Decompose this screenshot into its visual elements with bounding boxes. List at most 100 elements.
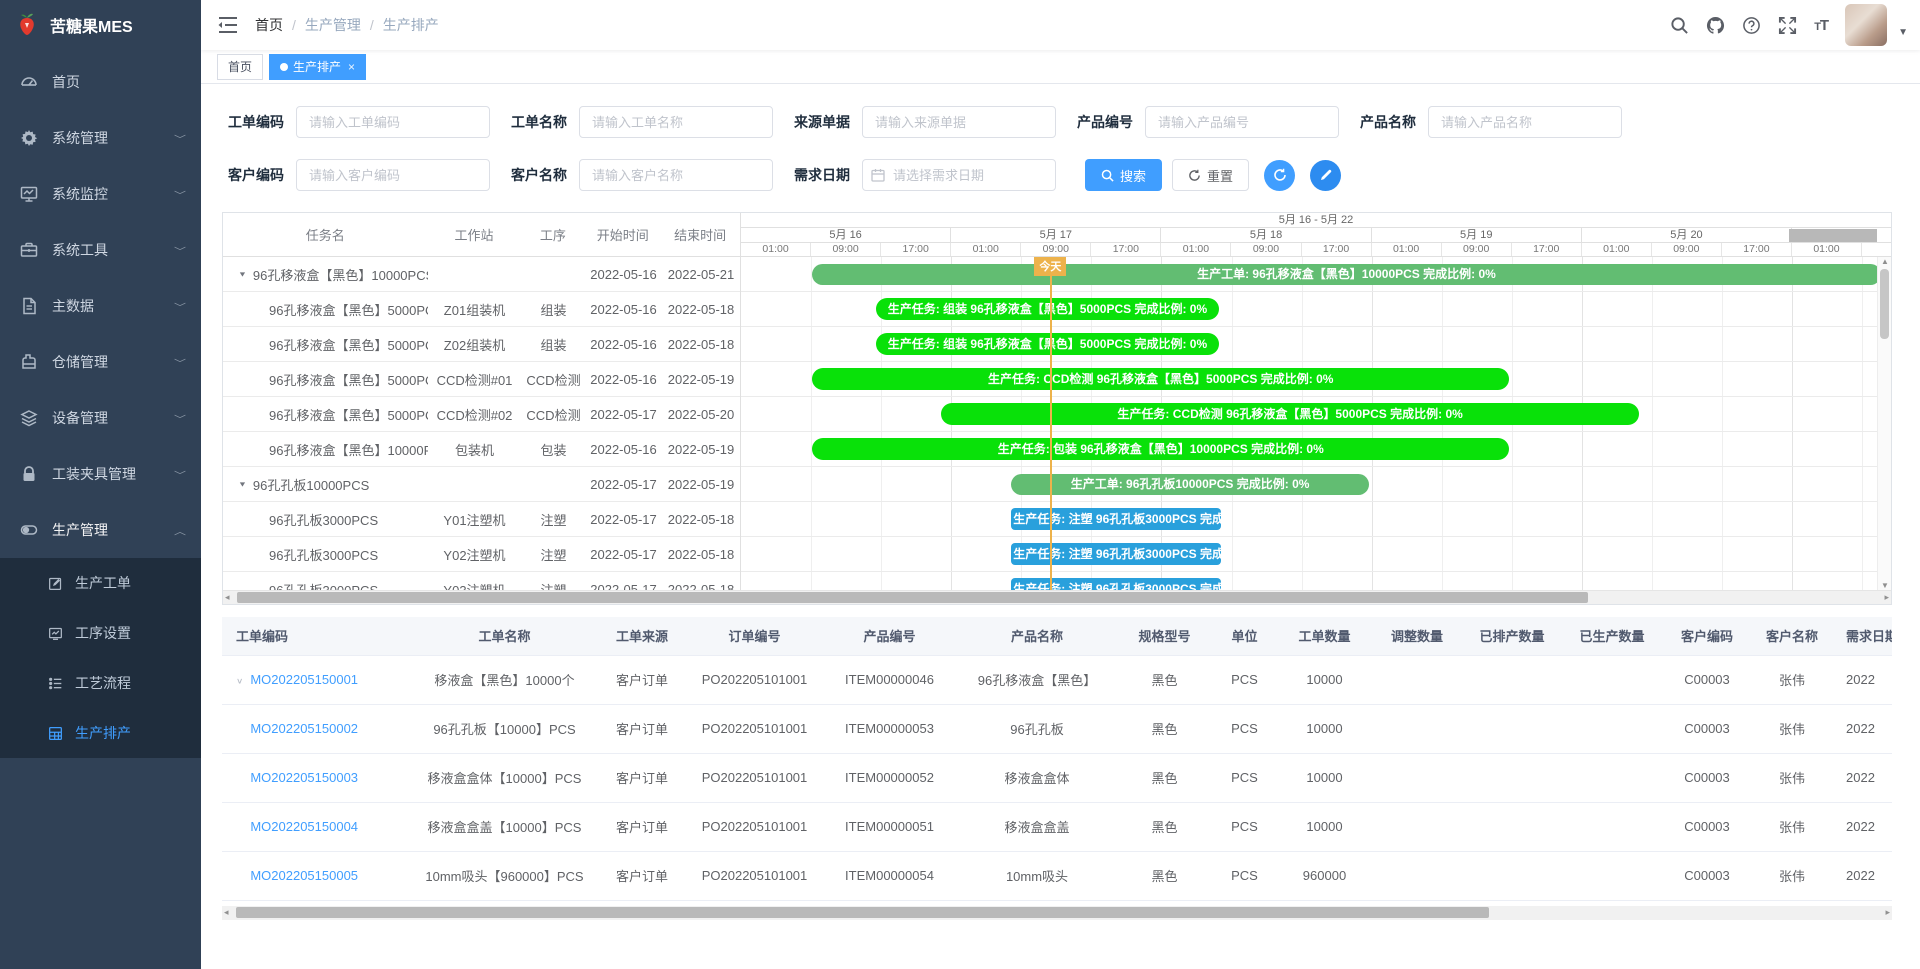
- sidebar-item-5[interactable]: 仓储管理 ﹀: [0, 334, 201, 390]
- work-order-link[interactable]: MO202205150003: [250, 770, 358, 785]
- tab-close-icon[interactable]: ×: [348, 55, 355, 79]
- gantt-bar-selected[interactable]: 生产任务: 注塑 96孔孔板3000PCS 完成比例: 0%: [1011, 508, 1220, 530]
- hscroll-thumb[interactable]: [237, 592, 1588, 603]
- gantt-task-row-3[interactable]: 96孔移液盒【黑色】5000PCSCCD检测#01CCD检测2022-05-16…: [223, 362, 740, 397]
- help-icon[interactable]: [1742, 16, 1761, 35]
- gantt-task-row-6[interactable]: ▼96孔孔板10000PCS2022-05-172022-05-19: [223, 467, 740, 502]
- timeline-scroll-thumb[interactable]: [1789, 229, 1877, 242]
- orders-cell-order_no: PO202205101001: [687, 655, 822, 704]
- scroll-left-icon[interactable]: ◂: [225, 591, 230, 604]
- gantt-day-3: 5月 19: [1372, 228, 1582, 242]
- breadcrumb-item-0[interactable]: 首页: [255, 15, 283, 35]
- filter-input-1-0[interactable]: [296, 106, 490, 138]
- sidebar-subitem-label: 生产排产: [75, 723, 131, 743]
- task-name-text: 96孔孔板3000PCS: [269, 545, 378, 564]
- scroll-up-icon[interactable]: ▲: [1878, 257, 1892, 266]
- orders-hscroll-thumb[interactable]: [236, 907, 1489, 918]
- work-order-link[interactable]: MO202205150002: [250, 721, 358, 736]
- avatar-caret-icon[interactable]: ▼: [1898, 27, 1908, 38]
- vscroll-thumb[interactable]: [1880, 269, 1889, 339]
- search-button[interactable]: 搜索: [1085, 159, 1162, 191]
- gantt-task-process: 包装: [521, 440, 586, 459]
- sidebar-subitem-0[interactable]: 生产工单: [0, 558, 201, 608]
- gantt-hour-tick: 09:00: [1442, 243, 1512, 256]
- top-header: 首页/生产管理/生产排产 TT ▼: [201, 0, 1920, 50]
- gantt-bar-task[interactable]: 生产任务: 组装 96孔移液盒【黑色】5000PCS 完成比例: 0%: [876, 333, 1220, 355]
- gantt-rows: 生产工单: 96孔移液盒【黑色】10000PCS 完成比例: 0% 生产任务: 组…: [741, 257, 1891, 590]
- sidebar-item-label: 系统工具: [52, 240, 108, 260]
- orders-scroll-right-icon[interactable]: ▸: [1885, 906, 1890, 919]
- work-order-link[interactable]: MO202205150005: [250, 868, 358, 883]
- gantt-vertical-scrollbar[interactable]: ▲ ▼: [1877, 257, 1891, 590]
- sidebar-item-8[interactable]: 生产管理︿: [0, 502, 201, 558]
- tab-1[interactable]: 生产排产×: [269, 54, 366, 80]
- collapse-triangle-icon[interactable]: ▼: [238, 480, 247, 488]
- orders-cell-produced_qty: [1562, 704, 1662, 753]
- gantt-task-row-1[interactable]: 96孔移液盒【黑色】5000PCSZ01组装机组装2022-05-162022-…: [223, 292, 740, 327]
- gantt-task-row-8[interactable]: 96孔孔板3000PCSY02注塑机注塑2022-05-172022-05-18: [223, 537, 740, 572]
- filter-input-1-3[interactable]: [1145, 106, 1339, 138]
- sidebar-item-0[interactable]: 首页: [0, 54, 201, 110]
- collapse-triangle-icon[interactable]: ▼: [238, 270, 247, 278]
- sidebar-item-1[interactable]: 系统管理﹀: [0, 110, 201, 166]
- gantt-bar-order[interactable]: 生产工单: 96孔移液盒【黑色】10000PCS 完成比例: 0%: [812, 264, 1880, 285]
- orders-cell-cust_code: C00003: [1662, 704, 1752, 753]
- row-expand-icon[interactable]: ∨: [236, 677, 243, 686]
- avatar[interactable]: [1845, 4, 1887, 46]
- filter-input-1-1[interactable]: [579, 106, 773, 138]
- orders-horizontal-scrollbar[interactable]: ◂ ▸: [222, 906, 1892, 920]
- filter-input-1-4[interactable]: [1428, 106, 1622, 138]
- orders-column-3: 订单编号: [687, 617, 822, 655]
- sidebar-subitem-1[interactable]: 工序设置: [0, 608, 201, 658]
- gantt-column-0: 任务名: [223, 225, 428, 244]
- font-size-icon[interactable]: TT: [1814, 17, 1828, 34]
- gantt-bar-task[interactable]: 生产任务: 组装 96孔移液盒【黑色】5000PCS 完成比例: 0%: [876, 298, 1220, 320]
- gantt-bar-task[interactable]: 生产任务: 包装 96孔移液盒【黑色】10000PCS 完成比例: 0%: [812, 438, 1509, 460]
- gantt-bar-selected[interactable]: 生产任务: 注塑 96孔孔板3000PCS 完成比例: 0%: [1011, 543, 1220, 565]
- tab-active-dot: [280, 63, 288, 71]
- sidebar-item-2[interactable]: 系统监控﹀: [0, 166, 201, 222]
- reset-button[interactable]: 重置: [1172, 159, 1249, 191]
- gantt-day-4: 5月 20: [1582, 228, 1792, 242]
- sidebar-item-label: 仓储管理: [52, 352, 108, 372]
- gantt-task-row-9[interactable]: 96孔孔板3000PCSY03注塑机注塑2022-05-172022-05-18: [223, 572, 740, 590]
- gantt-bar-row-8: 生产任务: 注塑 96孔孔板3000PCS 完成比例: 0%: [741, 537, 1891, 572]
- task-name-text: 96孔移液盒【黑色】5000PCS: [269, 300, 428, 319]
- refresh-gantt-button[interactable]: [1264, 160, 1295, 191]
- fullscreen-icon[interactable]: [1778, 16, 1797, 35]
- search-icon[interactable]: [1670, 16, 1689, 35]
- tab-0[interactable]: 首页: [217, 54, 263, 80]
- github-icon[interactable]: [1706, 16, 1725, 35]
- filter-input-2-1[interactable]: [579, 159, 773, 191]
- sidebar-subitem-2[interactable]: 工艺流程: [0, 658, 201, 708]
- scroll-down-icon[interactable]: ▼: [1878, 581, 1892, 590]
- work-order-link[interactable]: MO202205150001: [250, 672, 358, 687]
- gantt-bar-order[interactable]: 生产工单: 96孔孔板10000PCS 完成比例: 0%: [1011, 474, 1369, 495]
- edit-schedule-button[interactable]: [1310, 160, 1341, 191]
- gantt-task-row-2[interactable]: 96孔移液盒【黑色】5000PCSZ02组装机组装2022-05-162022-…: [223, 327, 740, 362]
- gantt-bar-selected[interactable]: 生产任务: 注塑 96孔孔板3000PCS 完成比例: 0%: [1011, 578, 1220, 590]
- sidebar-collapse-icon[interactable]: [217, 14, 239, 36]
- gantt-bar-task[interactable]: 生产任务: CCD检测 96孔移液盒【黑色】5000PCS 完成比例: 0%: [812, 368, 1509, 390]
- gantt-bar-task[interactable]: 生产任务: CCD检测 96孔移液盒【黑色】5000PCS 完成比例: 0%: [941, 403, 1639, 425]
- filter-input-2-0[interactable]: [296, 159, 490, 191]
- chevron-down-icon: ﹀: [174, 355, 186, 369]
- sidebar-subitem-3[interactable]: 生产排产: [0, 708, 201, 758]
- gantt-hour-tick: 01:00: [1792, 243, 1862, 256]
- sidebar-item-4[interactable]: 主数据﹀: [0, 278, 201, 334]
- gantt-hour-tick: 17:00: [1512, 243, 1582, 256]
- gantt-task-row-0[interactable]: ▼96孔移液盒【黑色】10000PCS2022-05-162022-05-21: [223, 257, 740, 292]
- scroll-right-icon[interactable]: ▸: [1884, 591, 1889, 604]
- orders-scroll-left-icon[interactable]: ◂: [224, 906, 229, 919]
- gantt-task-row-5[interactable]: 96孔移液盒【黑色】10000PCS包装机包装2022-05-162022-05…: [223, 432, 740, 467]
- sidebar-item-6[interactable]: 设备管理﹀: [0, 390, 201, 446]
- sidebar-item-3[interactable]: 系统工具﹀: [0, 222, 201, 278]
- work-order-link[interactable]: MO202205150004: [250, 819, 358, 834]
- gantt-task-row-7[interactable]: 96孔孔板3000PCSY01注塑机注塑2022-05-172022-05-18: [223, 502, 740, 537]
- gantt-horizontal-scrollbar[interactable]: ◂ ▸: [223, 590, 1891, 604]
- orders-cell-adj_qty: [1372, 802, 1462, 851]
- sidebar-item-7[interactable]: 工装夹具管理﹀: [0, 446, 201, 502]
- filter-input-1-2[interactable]: [862, 106, 1056, 138]
- demand-date-input[interactable]: [862, 159, 1056, 191]
- gantt-task-row-4[interactable]: 96孔移液盒【黑色】5000PCSCCD检测#02CCD检测2022-05-17…: [223, 397, 740, 432]
